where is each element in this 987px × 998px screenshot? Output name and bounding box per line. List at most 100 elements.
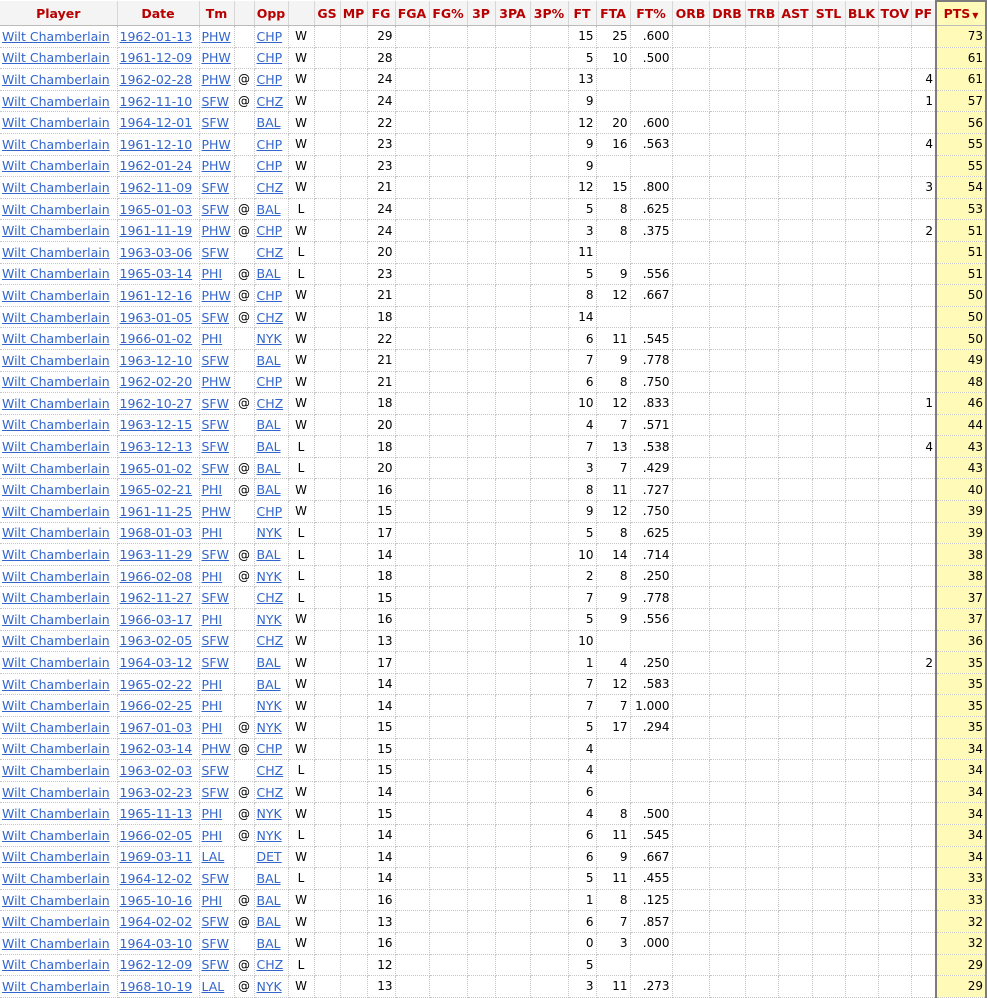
opponent-link[interactable]: BAL [257,439,281,454]
date-link[interactable]: 1964-02-02 [120,914,193,929]
opponent-link[interactable]: BAL [257,417,281,432]
date-link[interactable]: 1965-02-22 [120,677,193,692]
player-link[interactable]: Wilt Chamberlain [2,828,110,843]
date-link[interactable]: 1966-02-25 [120,698,193,713]
date-link[interactable]: 1964-03-10 [120,936,193,951]
col-header-orb[interactable]: ORB [672,1,710,26]
player-link[interactable]: Wilt Chamberlain [2,158,110,173]
opponent-link[interactable]: CHP [257,29,283,44]
player-link[interactable]: Wilt Chamberlain [2,374,110,389]
date-link[interactable]: 1963-11-29 [120,547,193,562]
player-link[interactable]: Wilt Chamberlain [2,504,110,519]
opponent-link[interactable]: CHP [257,288,283,303]
player-link[interactable]: Wilt Chamberlain [2,223,110,238]
player-link[interactable]: Wilt Chamberlain [2,180,110,195]
col-header-fga[interactable]: FGA [395,1,430,26]
player-link[interactable]: Wilt Chamberlain [2,849,110,864]
team-link[interactable]: PHW [202,137,231,152]
player-link[interactable]: Wilt Chamberlain [2,741,110,756]
opponent-link[interactable]: BAL [257,115,281,130]
player-link[interactable]: Wilt Chamberlain [2,612,110,627]
team-link[interactable]: PHI [202,893,223,908]
date-link[interactable]: 1965-01-03 [120,202,193,217]
date-link[interactable]: 1965-11-13 [120,806,193,821]
team-link[interactable]: PHW [202,223,231,238]
team-link[interactable]: PHI [202,828,223,843]
opponent-link[interactable]: CHZ [257,245,284,260]
opponent-link[interactable]: CHZ [257,763,284,778]
team-link[interactable]: LAL [202,979,225,994]
team-link[interactable]: PHI [202,677,223,692]
col-header-pf[interactable]: PF [911,1,937,26]
team-link[interactable]: PHW [202,72,231,87]
opponent-link[interactable]: CHP [257,504,283,519]
team-link[interactable]: SFW [202,547,229,562]
player-link[interactable]: Wilt Chamberlain [2,633,110,648]
opponent-link[interactable]: CHZ [257,310,284,325]
player-link[interactable]: Wilt Chamberlain [2,353,110,368]
opponent-link[interactable]: NYK [257,569,282,584]
team-link[interactable]: SFW [202,180,229,195]
opponent-link[interactable]: BAL [257,655,281,670]
player-link[interactable]: Wilt Chamberlain [2,439,110,454]
player-link[interactable]: Wilt Chamberlain [2,569,110,584]
player-link[interactable]: Wilt Chamberlain [2,871,110,886]
opponent-link[interactable]: CHP [257,72,283,87]
player-link[interactable]: Wilt Chamberlain [2,806,110,821]
opponent-link[interactable]: CHP [257,223,283,238]
date-link[interactable]: 1962-12-09 [120,957,193,972]
date-link[interactable]: 1968-01-03 [120,525,193,540]
player-link[interactable]: Wilt Chamberlain [2,310,110,325]
player-link[interactable]: Wilt Chamberlain [2,50,110,65]
player-link[interactable]: Wilt Chamberlain [2,396,110,411]
team-link[interactable]: PHW [202,288,231,303]
player-link[interactable]: Wilt Chamberlain [2,525,110,540]
date-link[interactable]: 1965-10-16 [120,893,193,908]
team-link[interactable]: SFW [202,936,229,951]
date-link[interactable]: 1962-01-13 [120,29,193,44]
player-link[interactable]: Wilt Chamberlain [2,417,110,432]
date-link[interactable]: 1966-02-05 [120,828,193,843]
date-link[interactable]: 1962-02-20 [120,374,193,389]
player-link[interactable]: Wilt Chamberlain [2,655,110,670]
date-link[interactable]: 1966-02-08 [120,569,193,584]
date-link[interactable]: 1961-11-19 [120,223,193,238]
team-link[interactable]: SFW [202,785,229,800]
date-link[interactable]: 1965-03-14 [120,266,193,281]
date-link[interactable]: 1961-12-09 [120,50,193,65]
opponent-link[interactable]: NYK [257,806,282,821]
opponent-link[interactable]: BAL [257,936,281,951]
date-link[interactable]: 1963-02-03 [120,763,193,778]
col-header-tov[interactable]: TOV [878,1,912,26]
col-header-date[interactable]: Date [117,1,200,26]
opponent-link[interactable]: BAL [257,202,281,217]
date-link[interactable]: 1962-11-10 [120,94,193,109]
date-link[interactable]: 1961-11-25 [120,504,193,519]
team-link[interactable]: PHW [202,741,231,756]
date-link[interactable]: 1966-01-02 [120,331,193,346]
player-link[interactable]: Wilt Chamberlain [2,137,110,152]
team-link[interactable]: PHI [202,612,223,627]
col-header-fg-pct[interactable]: FG% [429,1,468,26]
player-link[interactable]: Wilt Chamberlain [2,979,110,994]
team-link[interactable]: SFW [202,115,229,130]
opponent-link[interactable]: BAL [257,893,281,908]
team-link[interactable]: PHI [202,525,223,540]
team-link[interactable]: SFW [202,590,229,605]
date-link[interactable]: 1964-03-12 [120,655,193,670]
player-link[interactable]: Wilt Chamberlain [2,957,110,972]
opponent-link[interactable]: CHZ [257,957,284,972]
team-link[interactable]: PHI [202,331,223,346]
player-link[interactable]: Wilt Chamberlain [2,785,110,800]
team-link[interactable]: PHW [202,374,231,389]
date-link[interactable]: 1963-12-15 [120,417,193,432]
opponent-link[interactable]: CHP [257,158,283,173]
player-link[interactable]: Wilt Chamberlain [2,202,110,217]
team-link[interactable]: SFW [202,417,229,432]
date-link[interactable]: 1964-12-02 [120,871,193,886]
team-link[interactable]: SFW [202,353,229,368]
team-link[interactable]: SFW [202,957,229,972]
opponent-link[interactable]: BAL [257,461,281,476]
date-link[interactable]: 1967-01-03 [120,720,193,735]
date-link[interactable]: 1964-12-01 [120,115,193,130]
